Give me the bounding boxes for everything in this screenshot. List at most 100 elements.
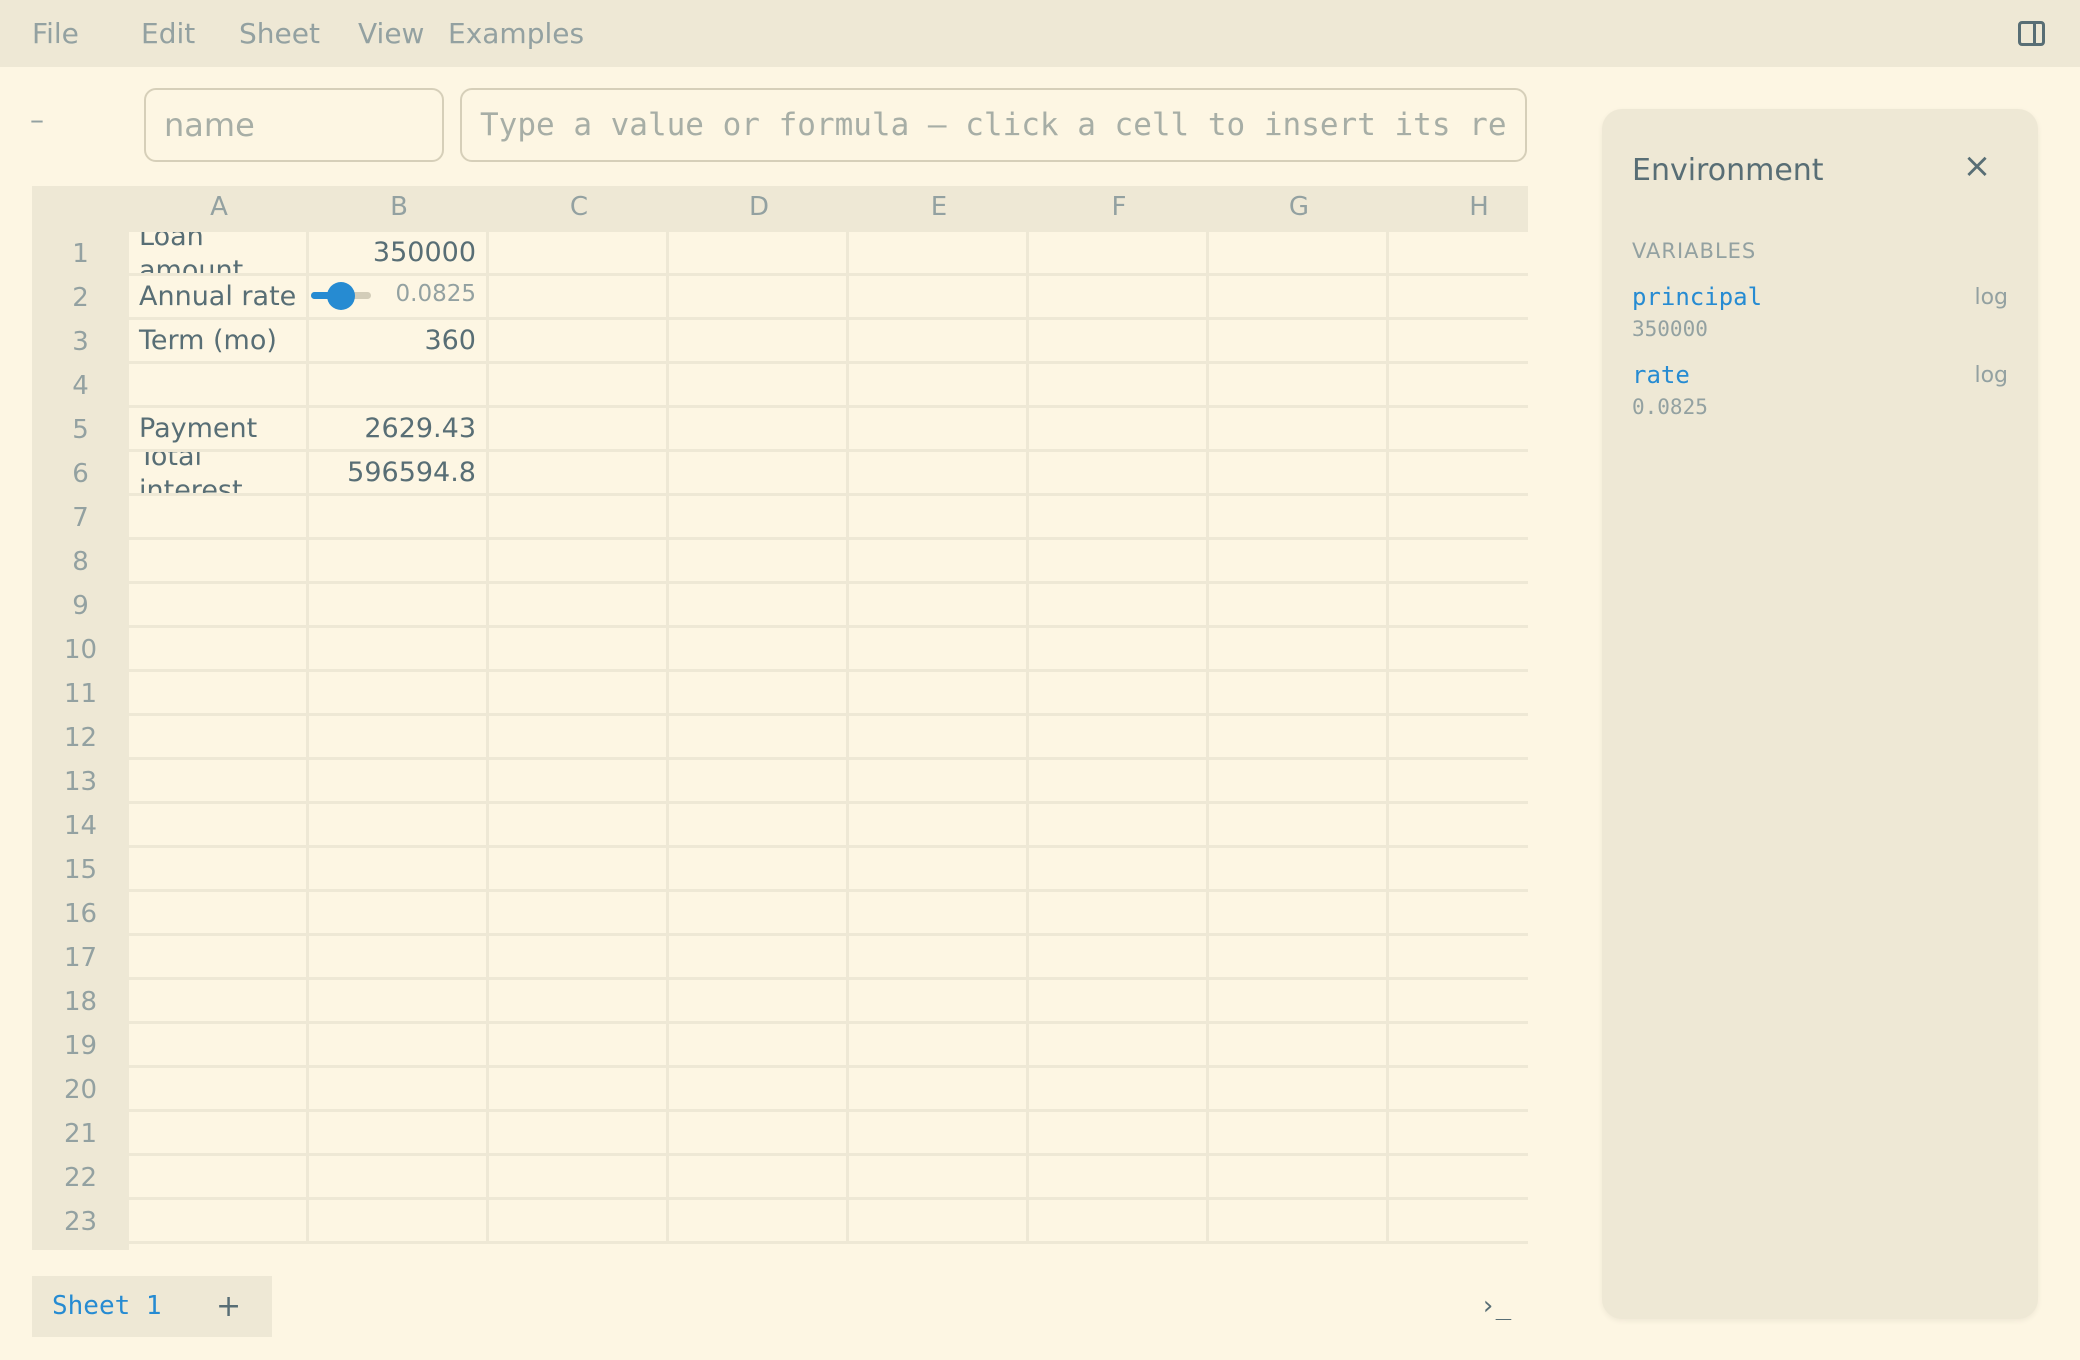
cell-f5[interactable]	[1029, 408, 1209, 452]
cell-d17[interactable]	[669, 936, 849, 980]
cell-f19[interactable]	[1029, 1024, 1209, 1068]
cell-f12[interactable]	[1029, 716, 1209, 760]
cell-d4[interactable]	[669, 364, 849, 408]
row-header-15[interactable]: 15	[32, 848, 129, 892]
cell-e22[interactable]	[849, 1156, 1029, 1200]
cell-e12[interactable]	[849, 716, 1029, 760]
column-header-g[interactable]: G	[1209, 186, 1389, 232]
cell-g1[interactable]	[1209, 232, 1389, 276]
cell-b18[interactable]	[309, 980, 489, 1024]
cell-e19[interactable]	[849, 1024, 1029, 1068]
cell-d7[interactable]	[669, 496, 849, 540]
cell-c18[interactable]	[489, 980, 669, 1024]
cell-b10[interactable]	[309, 628, 489, 672]
cell-d11[interactable]	[669, 672, 849, 716]
cell-h8[interactable]	[1389, 540, 1528, 584]
cell-f4[interactable]	[1029, 364, 1209, 408]
cell-f16[interactable]	[1029, 892, 1209, 936]
cell-f6[interactable]	[1029, 452, 1209, 496]
cell-b11[interactable]	[309, 672, 489, 716]
cell-h16[interactable]	[1389, 892, 1528, 936]
log-button[interactable]: log	[1974, 285, 2008, 310]
menu-view[interactable]: View	[358, 0, 424, 67]
cell-e13[interactable]	[849, 760, 1029, 804]
cell-d15[interactable]	[669, 848, 849, 892]
cell-c7[interactable]	[489, 496, 669, 540]
cell-e7[interactable]	[849, 496, 1029, 540]
cell-c21[interactable]	[489, 1112, 669, 1156]
row-header-14[interactable]: 14	[32, 804, 129, 848]
cell-a3[interactable]: Term (mo)	[129, 320, 309, 364]
cell-a18[interactable]	[129, 980, 309, 1024]
cell-c3[interactable]	[489, 320, 669, 364]
cell-d5[interactable]	[669, 408, 849, 452]
cell-a10[interactable]	[129, 628, 309, 672]
cell-c6[interactable]	[489, 452, 669, 496]
cell-h20[interactable]	[1389, 1068, 1528, 1112]
row-header-13[interactable]: 13	[32, 760, 129, 804]
cell-e3[interactable]	[849, 320, 1029, 364]
cell-f1[interactable]	[1029, 232, 1209, 276]
cell-e11[interactable]	[849, 672, 1029, 716]
row-header-2[interactable]: 2	[32, 276, 129, 320]
add-sheet-button[interactable]: +	[216, 1276, 241, 1337]
cell-h4[interactable]	[1389, 364, 1528, 408]
cell-a17[interactable]	[129, 936, 309, 980]
column-header-e[interactable]: E	[849, 186, 1029, 232]
cell-e2[interactable]	[849, 276, 1029, 320]
row-header-8[interactable]: 8	[32, 540, 129, 584]
cell-e17[interactable]	[849, 936, 1029, 980]
cell-c12[interactable]	[489, 716, 669, 760]
cell-d13[interactable]	[669, 760, 849, 804]
cell-g12[interactable]	[1209, 716, 1389, 760]
row-header-7[interactable]: 7	[32, 496, 129, 540]
cell-a1[interactable]: Loan amount	[129, 232, 309, 276]
cell-e23[interactable]	[849, 1200, 1029, 1244]
cell-f17[interactable]	[1029, 936, 1209, 980]
row-header-1[interactable]: 1	[32, 232, 129, 276]
slider-thumb[interactable]	[327, 282, 355, 310]
cell-d10[interactable]	[669, 628, 849, 672]
cell-d18[interactable]	[669, 980, 849, 1024]
cell-d20[interactable]	[669, 1068, 849, 1112]
cell-e20[interactable]	[849, 1068, 1029, 1112]
cell-d16[interactable]	[669, 892, 849, 936]
cell-g16[interactable]	[1209, 892, 1389, 936]
cell-a7[interactable]	[129, 496, 309, 540]
cell-b16[interactable]	[309, 892, 489, 936]
cell-d23[interactable]	[669, 1200, 849, 1244]
cell-e9[interactable]	[849, 584, 1029, 628]
row-header-3[interactable]: 3	[32, 320, 129, 364]
cell-g7[interactable]	[1209, 496, 1389, 540]
cell-f2[interactable]	[1029, 276, 1209, 320]
cell-c10[interactable]	[489, 628, 669, 672]
cell-b9[interactable]	[309, 584, 489, 628]
cell-d12[interactable]	[669, 716, 849, 760]
row-header-17[interactable]: 17	[32, 936, 129, 980]
cell-h1[interactable]	[1389, 232, 1528, 276]
row-header-9[interactable]: 9	[32, 584, 129, 628]
cell-c8[interactable]	[489, 540, 669, 584]
row-header-6[interactable]: 6	[32, 452, 129, 496]
row-header-21[interactable]: 21	[32, 1112, 129, 1156]
cell-b12[interactable]	[309, 716, 489, 760]
cell-e10[interactable]	[849, 628, 1029, 672]
cell-b6[interactable]: 596594.8	[309, 452, 489, 496]
cell-e21[interactable]	[849, 1112, 1029, 1156]
column-header-c[interactable]: C	[489, 186, 669, 232]
cell-a16[interactable]	[129, 892, 309, 936]
cell-a21[interactable]	[129, 1112, 309, 1156]
variable-name[interactable]: rate	[1632, 361, 1690, 389]
cell-c23[interactable]	[489, 1200, 669, 1244]
cell-d1[interactable]	[669, 232, 849, 276]
cell-c17[interactable]	[489, 936, 669, 980]
cell-f7[interactable]	[1029, 496, 1209, 540]
cell-b20[interactable]	[309, 1068, 489, 1112]
row-header-10[interactable]: 10	[32, 628, 129, 672]
cell-d6[interactable]	[669, 452, 849, 496]
cell-b1[interactable]: 350000	[309, 232, 489, 276]
formula-input[interactable]	[460, 88, 1527, 162]
cell-f3[interactable]	[1029, 320, 1209, 364]
cell-c16[interactable]	[489, 892, 669, 936]
row-header-19[interactable]: 19	[32, 1024, 129, 1068]
